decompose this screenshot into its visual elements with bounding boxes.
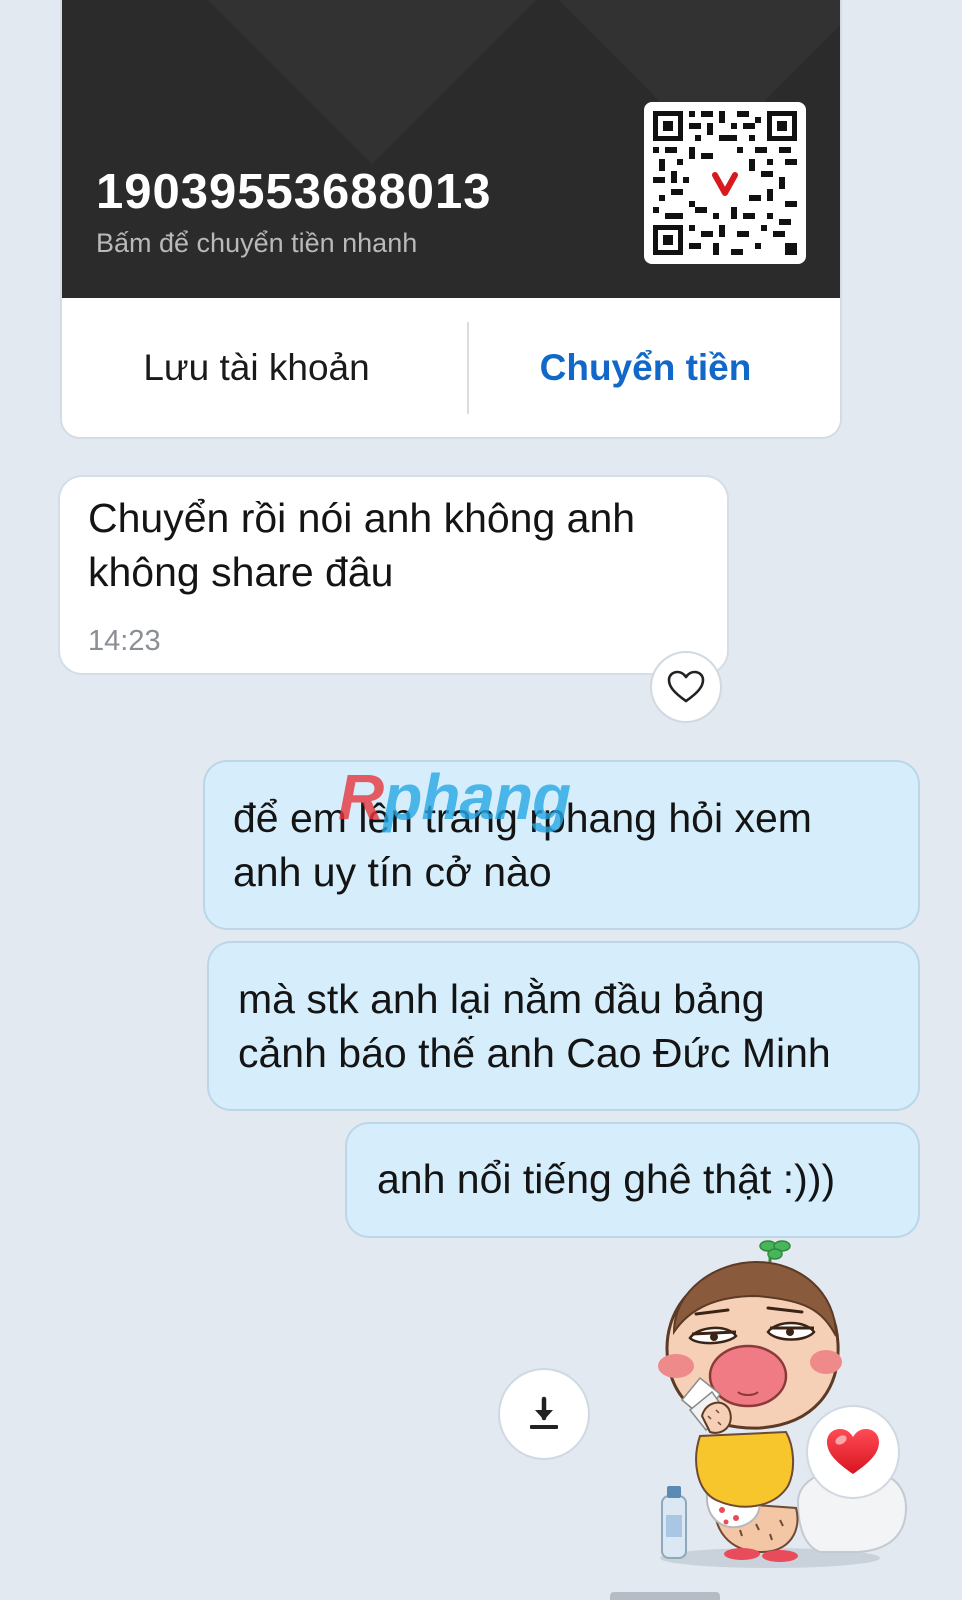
save-account-button[interactable]: Lưu tài khoản (62, 298, 451, 437)
message-line: anh nổi tiếng ghê thật :))) (377, 1156, 836, 1202)
red-heart-icon (827, 1429, 879, 1474)
bank-account-card[interactable]: 19039553688013 Bấm để chuyển tiền nhanh (62, 0, 840, 437)
download-button[interactable] (500, 1370, 588, 1458)
message-line: không share đâu (88, 549, 394, 595)
message-line: Chuyển rồi nói anh không anh (88, 495, 636, 541)
message-text: mà stk anh lại nằm đầu bảng cảnh báo thế… (238, 972, 831, 1080)
card-decoration (188, 0, 556, 164)
message-text: anh nổi tiếng ghê thật :))) (377, 1152, 835, 1206)
message-bubble-incoming[interactable]: Chuyển rồi nói anh không anh không share… (60, 477, 727, 673)
heart-outline-icon (667, 670, 705, 703)
message-line: để em lên trang rphang hỏi xem (233, 795, 812, 841)
message-line: anh uy tín cở nào (233, 849, 552, 895)
message-bubble-outgoing[interactable]: mà stk anh lại nằm đầu bảng cảnh báo thế… (209, 943, 918, 1109)
download-icon (530, 1396, 558, 1429)
cartoon-boy-sticker[interactable] (630, 1240, 920, 1575)
message-timestamp: 14:23 (88, 625, 161, 657)
sticker-reaction-button[interactable] (808, 1407, 898, 1497)
bank-card-actions: Lưu tài khoản Chuyển tiền (62, 298, 840, 437)
message-text: để em lên trang rphang hỏi xem anh uy tí… (233, 791, 812, 899)
sticker-image (658, 1240, 908, 1568)
qr-code-icon (653, 111, 797, 255)
message-line: cảnh báo thế anh Cao Đức Minh (238, 1030, 831, 1076)
message-bubble-outgoing[interactable]: anh nổi tiếng ghê thật :))) (347, 1124, 918, 1236)
qr-code[interactable] (644, 102, 806, 264)
message-bubble-outgoing[interactable]: để em lên trang rphang hỏi xem anh uy tí… (205, 762, 918, 928)
account-number: 19039553688013 (96, 165, 492, 219)
quick-transfer-hint: Bấm để chuyển tiền nhanh (96, 228, 418, 258)
react-button[interactable] (652, 653, 720, 721)
transfer-money-button[interactable]: Chuyển tiền (451, 298, 840, 437)
home-indicator (610, 1592, 720, 1600)
message-text: Chuyển rồi nói anh không anh không share… (88, 491, 635, 599)
bank-card-header[interactable]: 19039553688013 Bấm để chuyển tiền nhanh (62, 0, 840, 298)
message-line: mà stk anh lại nằm đầu bảng (238, 976, 765, 1022)
